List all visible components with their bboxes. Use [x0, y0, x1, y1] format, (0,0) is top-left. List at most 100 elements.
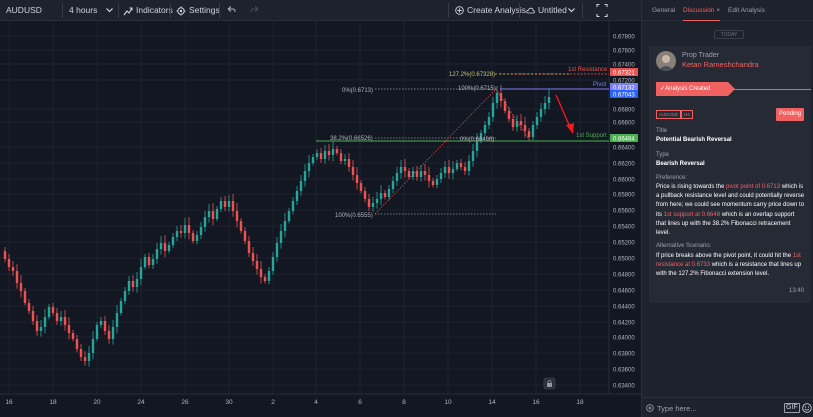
candle-body: [51, 307, 55, 313]
candle-body: [167, 245, 171, 251]
candle-body: [511, 119, 515, 127]
candle-body: [483, 125, 487, 133]
candle-body: [87, 353, 91, 361]
candle-body: [247, 241, 251, 253]
candle-body: [323, 151, 327, 159]
fullscreen-button[interactable]: [596, 0, 608, 21]
candle-body: [391, 181, 395, 189]
candle-body: [151, 259, 155, 265]
projection-arrow-head: [566, 123, 574, 134]
candle-body: [531, 125, 535, 137]
top-toolbar: AUDUSD 4 hours Indicators Settings Creat…: [0, 0, 641, 21]
alternative-label: Alternative Scenario:: [656, 243, 712, 249]
fib-0-top-label: 0%(0.6713): [342, 88, 373, 94]
chevron-down-icon: [568, 8, 575, 13]
candle-body: [155, 249, 159, 259]
tab-edit-analysis[interactable]: Edit Analysis: [728, 0, 765, 21]
toolbar-divider: [519, 3, 520, 18]
price-tick-label: 0.66000: [613, 178, 635, 184]
undo-icon: [227, 6, 236, 13]
candle-body: [287, 211, 291, 221]
chart-canvas[interactable]: 1st Resistance Pivot 1st Support 127.2%(0.6…: [0, 21, 641, 417]
candle-body: [227, 201, 231, 207]
chevron-down-icon-svg: [106, 8, 113, 13]
undo-button[interactable]: [226, 0, 236, 21]
price-tick-label: 0.66400: [613, 146, 635, 152]
price-tick-label: 0.67400: [613, 63, 635, 69]
candle-body: [519, 121, 523, 125]
candle-body: [95, 325, 99, 339]
create-analysis-button[interactable]: Create Analysis: [455, 0, 526, 21]
layout-menu-chevron-icon[interactable]: [567, 0, 576, 21]
symbol-search[interactable]: AUDUSD: [6, 0, 42, 21]
candle-body: [219, 201, 223, 209]
candle-body: [207, 211, 211, 217]
candle-body: [455, 163, 459, 169]
date-tick-label: 6: [358, 399, 362, 406]
symbol-label: AUDUSD: [6, 5, 42, 15]
gif-button[interactable]: GIF: [784, 403, 800, 413]
status-banner-arrow: [728, 82, 735, 96]
indicators-button[interactable]: Indicators: [123, 0, 173, 21]
candle-body: [163, 243, 167, 251]
candle-body: [383, 193, 387, 197]
candle-body: [355, 175, 359, 183]
message-input[interactable]: [657, 402, 777, 415]
candle-body: [179, 231, 183, 233]
fib-0-mid-label: 0%(0.66498): [460, 137, 494, 143]
price-chart[interactable]: 1st Resistance Pivot 1st Support 127.2%(0.6…: [0, 21, 641, 417]
candle-body: [99, 321, 103, 325]
message-timestamp: 13:40: [788, 288, 804, 294]
candle-body: [63, 317, 67, 325]
candle-body: [83, 357, 87, 361]
candle-body: [303, 171, 307, 181]
user-name[interactable]: Ketan Rameshchandra: [682, 60, 759, 69]
settings-button[interactable]: Settings: [176, 0, 220, 21]
redo-button[interactable]: [250, 0, 260, 21]
candle-body: [343, 159, 347, 161]
candle-body: [335, 149, 339, 153]
candle-body: [399, 167, 403, 173]
candle-body: [55, 313, 59, 321]
layout-name-button[interactable]: Untitled: [526, 0, 567, 21]
type-label: Type: [656, 152, 670, 158]
status-badge: Pending: [776, 108, 804, 121]
panel-tabs: General Discussion × Edit Analysis: [642, 0, 813, 21]
candle-body: [39, 327, 43, 331]
candle-body: [267, 271, 271, 281]
candle-body: [259, 269, 263, 277]
fib-100-low-label: 100%(0.6555): [335, 213, 373, 219]
alternative-text-1: If price breaks above the pivot point, i…: [656, 253, 793, 259]
candle-body: [291, 201, 295, 211]
candle-body: [171, 237, 175, 245]
interval-select[interactable]: 4 hours: [69, 0, 97, 21]
candle-body: [359, 183, 363, 191]
lock-icon-body: [547, 383, 552, 387]
candle-body: [339, 153, 343, 161]
resistance-label: 1st Resistance: [568, 67, 608, 73]
price-tick-label: 0.65400: [613, 225, 635, 231]
tab-discussion[interactable]: Discussion ×: [683, 0, 721, 21]
candle-body: [187, 225, 191, 233]
tab-general[interactable]: General: [652, 0, 675, 21]
price-tick-label: 0.65000: [613, 257, 635, 263]
emoji-icon[interactable]: [802, 403, 812, 413]
add-icon[interactable]: [646, 404, 654, 412]
candle-body: [103, 321, 107, 331]
candle-body: [235, 211, 239, 221]
price-tick-label: 0.63800: [613, 352, 635, 358]
support-label: 1st Support: [576, 133, 607, 139]
date-tick-label: 20: [93, 399, 101, 406]
date-tick-label: 4: [314, 399, 318, 406]
candle-body: [319, 153, 323, 159]
candle-body: [415, 171, 419, 177]
candle-body: [443, 167, 447, 173]
preference-text-1: Price is rising towards the: [656, 184, 727, 190]
chevron-down-icon[interactable]: [105, 0, 114, 21]
close-icon[interactable]: ×: [716, 7, 720, 14]
price-tick-label: 0.65800: [613, 193, 635, 199]
price-tick-label: 0.63400: [613, 384, 635, 390]
candle-body: [375, 199, 379, 203]
gear-icon: [176, 6, 186, 16]
date-tick-label: 8: [402, 399, 406, 406]
